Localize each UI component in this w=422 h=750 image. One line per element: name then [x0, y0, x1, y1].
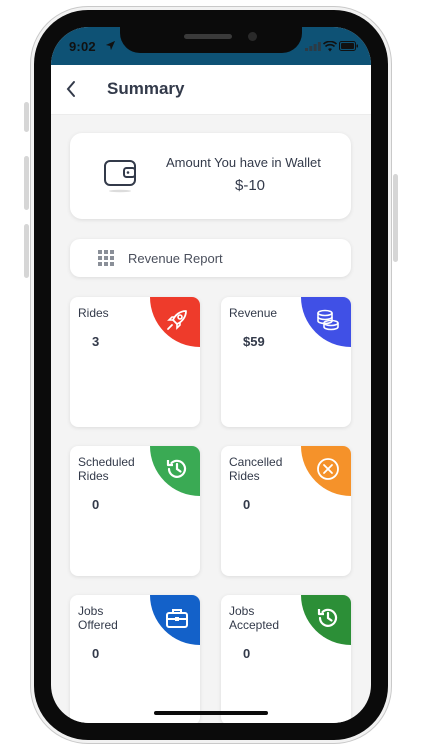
- tile-label: Rides: [78, 306, 109, 320]
- tile-label: Jobs Accepted: [229, 604, 279, 632]
- tile-label-line2: Rides: [229, 469, 260, 483]
- tile-icon-badge: [301, 446, 351, 496]
- tile-label: Revenue: [229, 306, 277, 320]
- battery-icon: [339, 41, 358, 51]
- tile-label-line2: Accepted: [229, 618, 280, 632]
- tile-label-line1: Jobs: [229, 604, 255, 618]
- tile-scheduled-rides[interactable]: Scheduled Rides 0: [70, 446, 200, 576]
- briefcase-icon: [166, 609, 188, 628]
- tile-jobs-accepted[interactable]: Jobs Accepted 0: [221, 595, 351, 723]
- wallet-icon: [104, 160, 136, 193]
- tile-label-line1: Scheduled: [78, 455, 135, 469]
- tile-label: Cancelled Rides: [229, 455, 282, 483]
- wallet-card: Amount You have in Wallet $-10: [70, 133, 351, 219]
- app-bar: Summary: [51, 65, 371, 115]
- phone-screen: 9:02 Summary Amount You have in Wallet $…: [51, 27, 371, 723]
- tile-label-line1: Jobs: [78, 604, 104, 618]
- revenue-report-label: Revenue Report: [128, 251, 223, 266]
- tile-label-line2: Offered: [78, 618, 118, 632]
- status-time: 9:02: [69, 39, 96, 54]
- tile-value: $59: [243, 334, 265, 349]
- tile-icon-badge: [150, 446, 200, 496]
- power-button: [393, 174, 398, 262]
- tile-cancelled-rides[interactable]: Cancelled Rides 0: [221, 446, 351, 576]
- wallet-amount: $-10: [234, 177, 266, 194]
- tile-icon-badge: [150, 297, 200, 347]
- tile-label: Scheduled Rides: [78, 455, 135, 483]
- tile-value: 0: [92, 646, 100, 661]
- front-camera: [248, 32, 257, 41]
- mute-switch: [24, 102, 29, 132]
- page-title: Summary: [107, 79, 185, 98]
- tile-label: Jobs Offered: [78, 604, 118, 632]
- tile-jobs-offered[interactable]: Jobs Offered 0: [70, 595, 200, 723]
- speaker: [184, 34, 232, 39]
- grid-icon: [98, 250, 114, 266]
- tile-value: 3: [92, 334, 100, 349]
- wallet-label: Amount You have in Wallet: [166, 155, 321, 170]
- tile-value: 0: [243, 497, 251, 512]
- location-arrow-icon: [105, 40, 116, 51]
- cancel-circle-icon: [317, 458, 339, 480]
- revenue-report-button[interactable]: Revenue Report: [70, 239, 351, 277]
- tile-revenue[interactable]: Revenue $59: [221, 297, 351, 427]
- tile-icon-badge: [301, 297, 351, 347]
- tile-rides[interactable]: Rides 3: [70, 297, 200, 427]
- volume-up-button: [24, 156, 29, 210]
- coins-icon: [317, 309, 339, 331]
- volume-down-button: [24, 224, 29, 278]
- tile-label-line2: Rides: [78, 469, 109, 483]
- tile-value: 0: [92, 497, 100, 512]
- tile-label-line1: Rides: [78, 306, 109, 320]
- home-indicator[interactable]: [154, 711, 268, 715]
- history-icon: [166, 459, 187, 478]
- back-chevron-icon[interactable]: [65, 80, 77, 98]
- history-icon: [317, 608, 338, 627]
- rocket-icon: [167, 310, 187, 330]
- tile-label-line1: Cancelled: [229, 455, 283, 469]
- status-bar: 9:02: [51, 27, 371, 65]
- tile-icon-badge: [150, 595, 200, 645]
- cellular-signal-icon: [305, 42, 321, 51]
- notch: [120, 27, 302, 53]
- tile-label-line1: Revenue: [229, 306, 278, 320]
- tile-value: 0: [243, 646, 251, 661]
- wifi-icon: [323, 41, 337, 52]
- tile-icon-badge: [301, 595, 351, 645]
